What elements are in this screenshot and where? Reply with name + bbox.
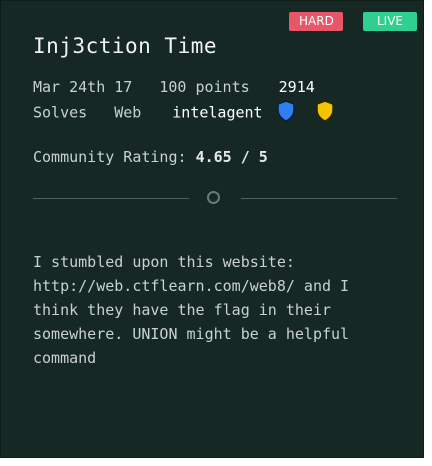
community-rating: Community Rating: 4.65 / 5 [33, 148, 268, 166]
challenge-card: HARD LIVE Inj3ction Time Mar 24th 17 100 … [0, 0, 424, 458]
challenge-info-row: Solves Web intelagent [33, 100, 335, 124]
gold-shield-icon [315, 100, 335, 122]
rating-label: Community Rating: [33, 148, 187, 166]
challenge-category: Web [114, 103, 142, 122]
solves-count: 2914 [278, 78, 315, 96]
divider-circle-icon [207, 191, 220, 204]
challenge-meta-row: Mar 24th 17 100 points 2914 [33, 78, 315, 96]
divider-left [33, 198, 189, 199]
author-link[interactable]: intelagent [172, 104, 262, 122]
rating-value: 4.65 / 5 [195, 148, 268, 166]
challenge-description: I stumbled upon this website: http://web… [33, 253, 350, 367]
challenge-date: Mar 24th 17 [33, 78, 133, 96]
challenge-points: 100 points [159, 78, 250, 96]
blue-shield-icon [276, 100, 296, 122]
difficulty-badge: HARD [289, 12, 343, 31]
challenge-title: Inj3ction Time [33, 34, 218, 58]
divider-right [241, 198, 397, 199]
solves-label: Solves [33, 103, 88, 122]
status-badge: LIVE [363, 12, 417, 31]
